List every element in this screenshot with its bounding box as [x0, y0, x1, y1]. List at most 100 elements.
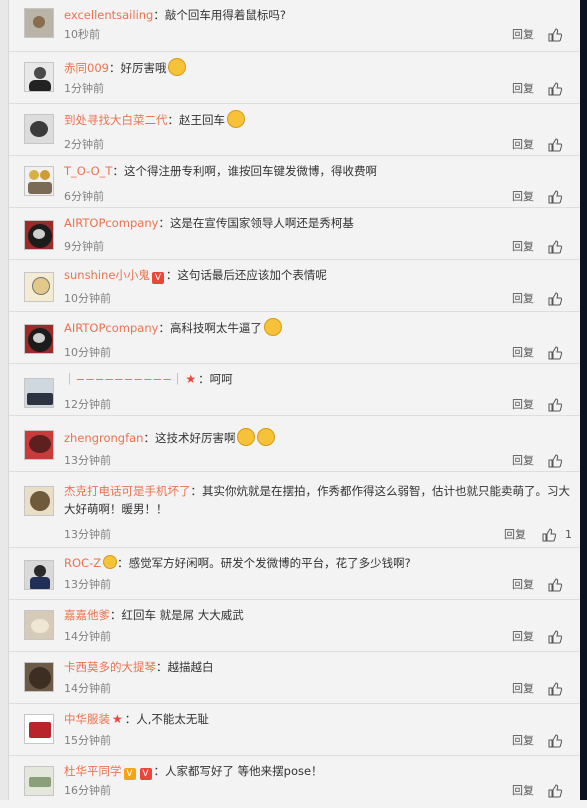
- reply-button[interactable]: 回复: [512, 734, 534, 748]
- thumbs-up-icon[interactable]: [548, 292, 564, 306]
- comment-line: zhengrongfan：这技术好厉害啊: [64, 428, 570, 447]
- thumbs-up-icon[interactable]: [548, 630, 564, 644]
- timestamp: 1分钟前: [64, 82, 104, 95]
- comment-item: 到处寻找大白菜二代：赵王回车 2分钟前 回复: [8, 104, 580, 156]
- thumbs-up-icon[interactable]: [548, 28, 564, 42]
- username[interactable]: excellentsailing: [64, 8, 153, 22]
- emoji-icon: [168, 58, 187, 76]
- timestamp: 6分钟前: [64, 190, 104, 203]
- comment-line: 卡西莫多的大提琴：越描越白: [64, 660, 214, 674]
- avatar[interactable]: [24, 114, 54, 144]
- avatar[interactable]: [24, 220, 54, 250]
- avatar[interactable]: [24, 324, 54, 354]
- comment-text: 呵呵: [209, 372, 233, 386]
- timestamp: 15分钟前: [64, 734, 111, 747]
- thumbs-up-icon[interactable]: [548, 240, 564, 254]
- username[interactable]: 杰克打电话可是手机坏了: [64, 484, 191, 498]
- reply-button[interactable]: 回复: [512, 682, 534, 696]
- timestamp: 13分钟前: [64, 454, 111, 467]
- timestamp: 14分钟前: [64, 682, 111, 695]
- reply-button[interactable]: 回复: [512, 292, 534, 306]
- reply-button[interactable]: 回复: [512, 138, 534, 152]
- thumbs-up-icon[interactable]: [548, 82, 564, 96]
- thumbs-up-icon[interactable]: [548, 682, 564, 696]
- reply-button[interactable]: 回复: [512, 240, 534, 254]
- username[interactable]: ROC-Z: [64, 556, 101, 570]
- username[interactable]: T_O-O_T: [64, 164, 112, 178]
- comment-line: 杜华平同学 V V ：人家都写好了 等他来摆pose！: [64, 764, 323, 780]
- comment-text: 高科技啊太牛逼了: [169, 321, 262, 335]
- thumbs-up-icon[interactable]: [548, 398, 564, 412]
- reply-button[interactable]: 回复: [504, 528, 526, 542]
- emoji-icon: [257, 428, 276, 446]
- thumbs-up-icon[interactable]: [548, 578, 564, 592]
- avatar[interactable]: [24, 430, 54, 460]
- reply-button[interactable]: 回复: [512, 398, 534, 412]
- thumbs-up-icon[interactable]: [548, 190, 564, 204]
- timestamp: 13分钟前: [64, 578, 111, 591]
- username[interactable]: 赤同009: [64, 61, 109, 75]
- reply-button[interactable]: 回复: [512, 454, 534, 468]
- thumbs-up-icon[interactable]: [542, 528, 558, 542]
- reply-button[interactable]: 回复: [512, 784, 534, 798]
- reply-button[interactable]: 回复: [512, 190, 534, 204]
- timestamp: 10分钟前: [64, 292, 111, 305]
- comment-text: 人家都写好了 等他来摆pose！: [165, 764, 323, 778]
- reply-button[interactable]: 回复: [512, 578, 534, 592]
- username[interactable]: ｜−−−−−−−−−−｜: [64, 372, 183, 386]
- reply-button[interactable]: 回复: [512, 28, 534, 42]
- avatar[interactable]: [24, 378, 54, 408]
- comment-line: sunshine小小鬼 V ：这句话最后还应该加个表情呢: [64, 268, 327, 284]
- timestamp: 10秒前: [64, 28, 100, 41]
- username[interactable]: 卡西莫多的大提琴: [64, 660, 156, 674]
- comment-item: AIRTOPcompany：这是在宣传国家领导人啊还是秀柯基 9分钟前 回复: [8, 208, 580, 260]
- reply-button[interactable]: 回复: [512, 82, 534, 96]
- username[interactable]: 杜华平同学: [64, 764, 122, 778]
- like-count: 1: [565, 528, 572, 541]
- comment-item: 赤同009：好厉害哦 1分钟前 回复: [8, 52, 580, 104]
- username[interactable]: sunshine小小鬼: [64, 268, 150, 282]
- thumbs-up-icon[interactable]: [548, 346, 564, 360]
- thumbs-up-icon[interactable]: [548, 734, 564, 748]
- comment-item: zhengrongfan：这技术好厉害啊 13分钟前 回复: [8, 416, 580, 472]
- thumbs-up-icon[interactable]: [548, 784, 564, 798]
- username[interactable]: AIRTOPcompany: [64, 321, 158, 335]
- avatar[interactable]: [24, 8, 54, 38]
- comment-line: excellentsailing：敲个回车用得着鼠标吗?: [64, 8, 286, 22]
- thumbs-up-icon[interactable]: [548, 454, 564, 468]
- avatar[interactable]: [24, 272, 54, 302]
- thumbs-up-icon[interactable]: [548, 138, 564, 152]
- comment-item: sunshine小小鬼 V ：这句话最后还应该加个表情呢 10分钟前 回复: [8, 260, 580, 312]
- avatar[interactable]: [24, 486, 54, 516]
- comment-text: 这技术好厉害啊: [154, 431, 236, 445]
- emoji-icon: [227, 110, 245, 128]
- emoji-icon: [263, 318, 282, 336]
- username[interactable]: 到处寻找大白菜二代: [64, 113, 168, 127]
- vip-badge-icon: V: [139, 768, 152, 780]
- avatar[interactable]: [24, 662, 54, 692]
- comment-line: AIRTOPcompany：高科技啊太牛逼了: [64, 318, 570, 337]
- comment-line: T_O-O_T：这个得注册专利啊，谁按回车键发微博，得收费啊: [64, 164, 377, 178]
- username[interactable]: 嘉嘉他爹: [64, 608, 110, 622]
- username[interactable]: zhengrongfan: [64, 431, 143, 445]
- star-icon: ★: [185, 372, 197, 386]
- reply-button[interactable]: 回复: [512, 630, 534, 644]
- comment-line: ROC-Z ：感觉军方好闲啊。研发个发微博的平台，花了多少钱啊?: [64, 555, 411, 570]
- comment-text: 红回车 就是屌 大大威武: [121, 608, 244, 622]
- reply-button[interactable]: 回复: [512, 346, 534, 360]
- timestamp: 14分钟前: [64, 630, 111, 643]
- comment-line: 赤同009：好厉害哦: [64, 58, 570, 77]
- avatar[interactable]: [24, 62, 54, 92]
- comment-line: ｜−−−−−−−−−−｜ ★ ：呵呵: [64, 372, 233, 386]
- avatar[interactable]: [24, 166, 54, 196]
- avatar[interactable]: [24, 610, 54, 640]
- timestamp: 16分钟前: [64, 784, 111, 797]
- emoji-icon: [103, 555, 118, 569]
- comment-line: 嘉嘉他爹：红回车 就是屌 大大威武: [64, 608, 244, 622]
- avatar[interactable]: [24, 714, 54, 744]
- avatar[interactable]: [24, 766, 54, 796]
- comment-item: 嘉嘉他爹：红回车 就是屌 大大威武 14分钟前 回复: [8, 600, 580, 652]
- username[interactable]: 中华服装: [64, 712, 110, 726]
- username[interactable]: AIRTOPcompany: [64, 216, 158, 230]
- avatar[interactable]: [24, 560, 54, 590]
